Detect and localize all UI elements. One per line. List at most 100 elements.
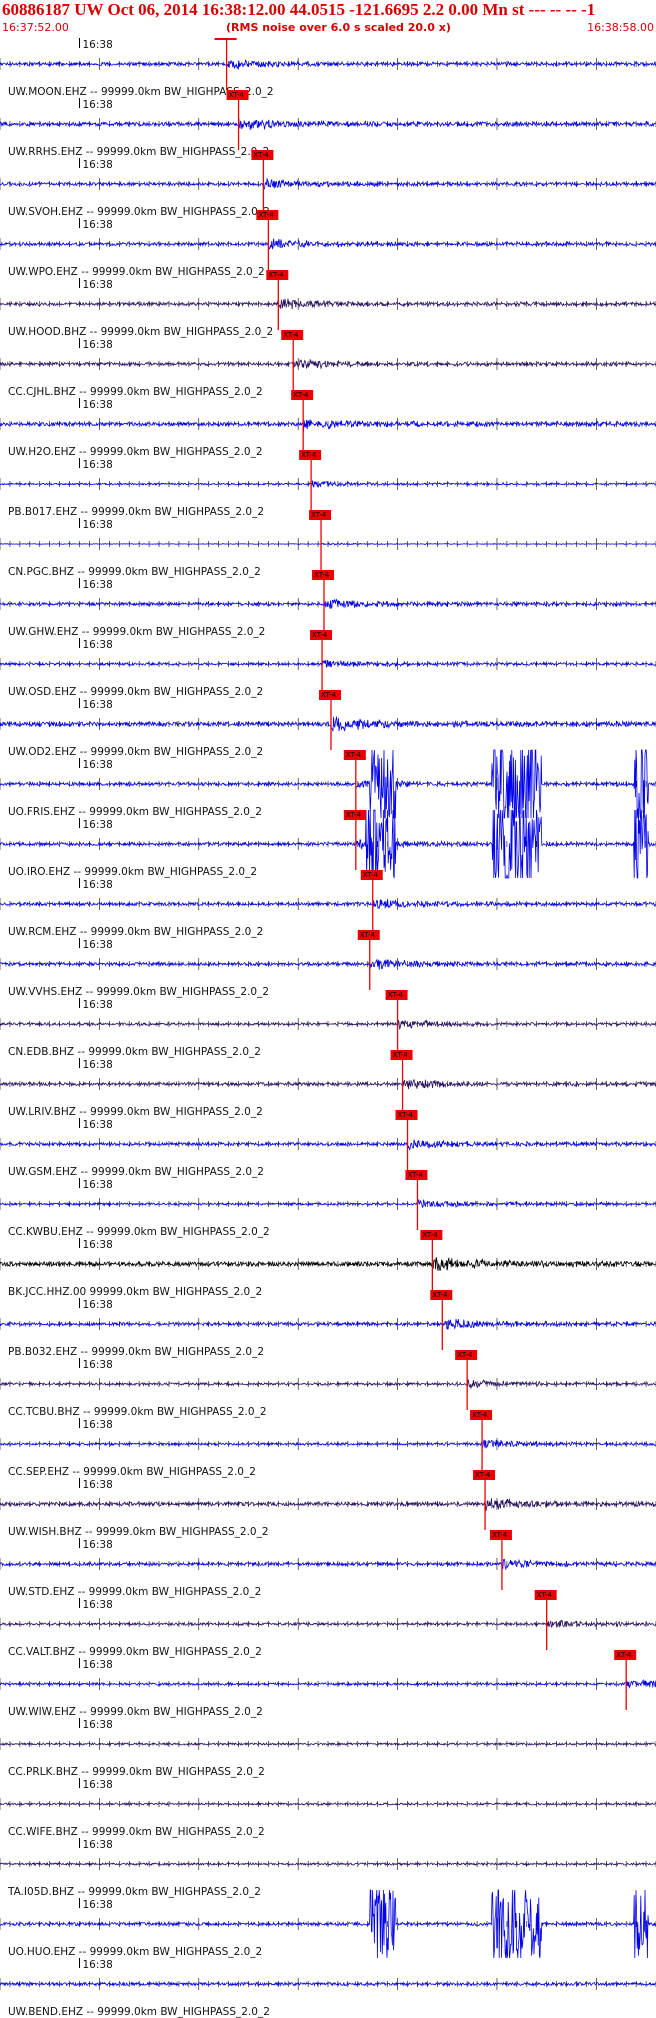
pick-label: XT-4 (457, 1351, 473, 1359)
pick-label: XT-4 (301, 451, 317, 459)
pick-label: XT-4 (268, 271, 284, 279)
pick-label: XT-4 (393, 1051, 409, 1059)
pick-label: XT-4 (312, 631, 328, 639)
pick-label: XT-4 (321, 691, 337, 699)
station-label: UW.HOOD.BHZ -- 99999.0km BW_HIGHPASS_2.0… (8, 326, 273, 338)
event-title: 60886187 UW Oct 06, 2014 16:38:12.00 44.… (2, 0, 596, 19)
station-label: UW.WISH.BHZ -- 99999.0km BW_HIGHPASS_2.0… (8, 1526, 269, 1538)
plot-header: 60886187 UW Oct 06, 2014 16:38:12.00 44.… (0, 0, 656, 38)
station-label: UW.RRHS.EHZ -- 99999.0km BW_HIGHPASS_2.0… (8, 146, 269, 158)
minute-label: 16:38 (83, 99, 113, 111)
rms-note: (RMS noise over 6.0 s scaled 20.0 x) (226, 21, 451, 34)
minute-label: 16:38 (83, 1119, 113, 1131)
station-label: UW.GSM.EHZ -- 99999.0km BW_HIGHPASS_2.0_… (8, 1166, 264, 1178)
minute-label: 16:38 (83, 579, 113, 591)
station-label: CC.WIFE.BHZ -- 99999.0km BW_HIGHPASS_2.0… (8, 1826, 265, 1838)
minute-label: 16:38 (83, 339, 113, 351)
minute-label: 16:38 (83, 819, 113, 831)
station-label: UO.HUO.EHZ -- 99999.0km BW_HIGHPASS_2.0_… (8, 1946, 262, 1958)
station-label: BK.JCC.HHZ.00 99999.0km BW_HIGHPASS_2.0_… (8, 1286, 262, 1298)
station-label: UW.VVHS.EHZ -- 99999.0km BW_HIGHPASS_2.0… (8, 986, 269, 998)
station-label: PB.B017.EHZ -- 99999.0km BW_HIGHPASS_2.0… (8, 506, 264, 518)
station-label: UW.OSD.EHZ -- 99999.0km BW_HIGHPASS_2.0_… (8, 686, 263, 698)
pick-label: XT-4 (407, 1171, 423, 1179)
pick-label: XT-4 (283, 331, 299, 339)
station-label: PB.B032.EHZ -- 99999.0km BW_HIGHPASS_2.0… (8, 1346, 264, 1358)
minute-label: 16:38 (83, 1179, 113, 1191)
pick-label: XT-4 (253, 151, 269, 159)
minute-label: 16:38 (83, 1839, 113, 1851)
minute-label: 16:38 (83, 1959, 113, 1971)
minute-label: 16:38 (83, 1659, 113, 1671)
minute-label: 16:38 (83, 639, 113, 651)
station-label: UW.OD2.EHZ -- 99999.0km BW_HIGHPASS_2.0_… (8, 746, 263, 758)
station-label: TA.I05D.BHZ -- 99999.0km BW_HIGHPASS_2.0… (7, 1886, 261, 1898)
waveform (0, 1318, 656, 1330)
pick-label: XT-4 (537, 1591, 553, 1599)
station-label: UW.LRIV.BHZ -- 99999.0km BW_HIGHPASS_2.0… (8, 1106, 263, 1118)
minute-label: 16:38 (83, 1479, 113, 1491)
minute-label: 16:38 (83, 219, 113, 231)
station-label: CC.KWBU.EHZ -- 99999.0km BW_HIGHPASS_2.0… (8, 1226, 270, 1238)
waveform (0, 238, 656, 250)
minute-label: 16:38 (83, 1899, 113, 1911)
waveform (0, 598, 656, 610)
pick-label: XT-4 (432, 1291, 448, 1299)
minute-label: 16:38 (83, 1419, 113, 1431)
station-label: CN.PGC.BHZ -- 99999.0km BW_HIGHPASS_2.0_… (8, 566, 261, 578)
pick-label: XT-4 (363, 871, 379, 879)
minute-label: 16:38 (83, 699, 113, 711)
station-label: UW.RCM.EHZ -- 99999.0km BW_HIGHPASS_2.0_… (8, 926, 263, 938)
minute-label: 16:38 (83, 879, 113, 891)
station-label: UW.H2O.EHZ -- 99999.0km BW_HIGHPASS_2.0_… (8, 446, 263, 458)
waveform (0, 1257, 656, 1271)
pick-label: XT-4 (217, 38, 233, 39)
minute-label: 16:38 (83, 459, 113, 471)
pick-label: XT-4 (616, 1651, 632, 1659)
minute-label: 16:38 (83, 159, 113, 171)
station-label: CC.VALT.BHZ -- 99999.0km BW_HIGHPASS_2.0… (8, 1646, 262, 1658)
pick-label: XT-4 (398, 1111, 414, 1119)
pick-label: XT-4 (346, 811, 362, 819)
pick-label: XT-4 (258, 211, 274, 219)
minute-label: 16:38 (83, 399, 113, 411)
minute-label: 16:38 (83, 1359, 113, 1371)
minute-label: 16:38 (83, 1059, 113, 1071)
minute-label: 16:38 (83, 1299, 113, 1311)
pick-label: XT-4 (311, 511, 327, 519)
pick-label: XT-4 (388, 991, 404, 999)
minute-label: 16:38 (83, 939, 113, 951)
station-label: CC.CJHL.BHZ -- 99999.0km BW_HIGHPASS_2.0… (8, 386, 263, 398)
waveform (0, 1379, 656, 1389)
minute-label: 16:38 (83, 1779, 113, 1791)
pick-label: XT-4 (422, 1231, 438, 1239)
minute-label: 16:38 (83, 759, 113, 771)
pick-label: XT-4 (472, 1411, 488, 1419)
station-label: UW.STD.EHZ -- 99999.0km BW_HIGHPASS_2.0_… (8, 1586, 261, 1598)
station-label: UO.FRIS.EHZ -- 99999.0km BW_HIGHPASS_2.0… (8, 806, 262, 818)
waveform (0, 1558, 656, 1571)
minute-label: 16:38 (83, 1599, 113, 1611)
station-label: UO.IRO.EHZ -- 99999.0km BW_HIGHPASS_2.0_… (8, 866, 257, 878)
waveform (0, 298, 656, 310)
pick-label: XT-4 (492, 1531, 508, 1539)
station-label: UW.BEND.EHZ -- 99999.0km BW_HIGHPASS_2.0… (8, 2006, 270, 2018)
station-label: UW.SVOH.EHZ -- 99999.0km BW_HIGHPASS_2.0… (8, 206, 270, 218)
station-label: CC.SEP.EHZ -- 99999.0km BW_HIGHPASS_2.0_… (8, 1466, 256, 1478)
minute-label: 16:38 (83, 1539, 113, 1551)
station-label: UW.GHW.EHZ -- 99999.0km BW_HIGHPASS_2.0_… (8, 626, 265, 638)
minute-label: 16:38 (83, 1719, 113, 1731)
pick-label: XT-4 (229, 91, 245, 99)
pick-label: XT-4 (314, 571, 330, 579)
station-label: CN.EDB.BHZ -- 99999.0km BW_HIGHPASS_2.0_… (8, 1046, 261, 1058)
minute-label: 16:38 (83, 39, 113, 51)
pick-label: XT-4 (475, 1471, 491, 1479)
pick-label: XT-4 (360, 931, 376, 939)
waveform (0, 1498, 656, 1511)
start-time: 16:37:52.00 (2, 21, 69, 34)
minute-label: 16:38 (83, 279, 113, 291)
end-time: 16:38:58.00 (587, 21, 654, 34)
pick-label: XT-4 (293, 391, 309, 399)
station-label: UW.WPO.EHZ -- 99999.0km BW_HIGHPASS_2.0_… (8, 266, 265, 278)
pick-label: XT-4 (346, 751, 362, 759)
